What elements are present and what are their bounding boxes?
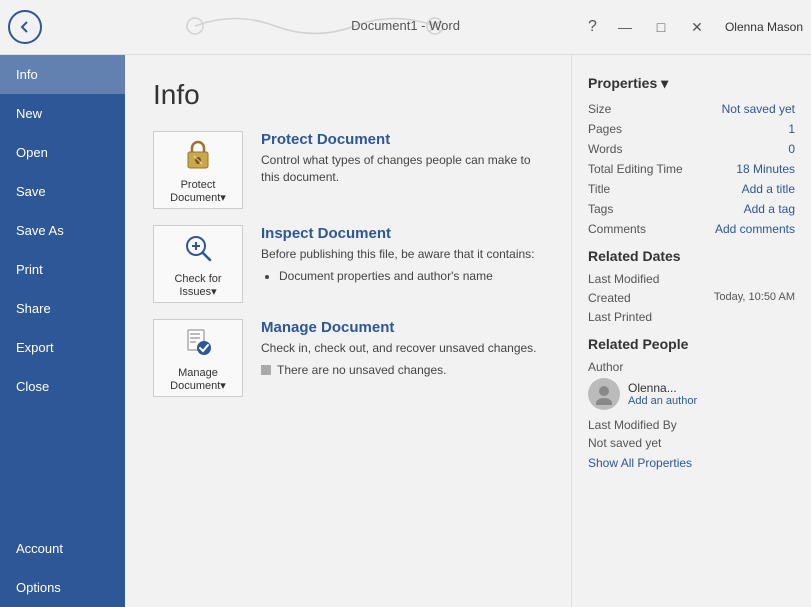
prop-row-pages: Pages 1 xyxy=(588,122,795,136)
prop-row-comments: Comments Add comments xyxy=(588,222,795,236)
prop-value-tags[interactable]: Add a tag xyxy=(744,202,795,216)
properties-section-title: Properties ▾ xyxy=(588,75,795,92)
author-label: Author xyxy=(588,360,795,374)
last-modified-by-label: Last Modified By xyxy=(588,418,795,432)
inspect-document-title: Inspect Document xyxy=(261,225,535,242)
date-label-last-printed: Last Printed xyxy=(588,310,652,324)
sidebar-item-info[interactable]: Info xyxy=(0,55,125,94)
title-bar: Document1 - Word ? — □ ✕ Olenna Mason xyxy=(0,0,811,55)
minimize-button[interactable]: — xyxy=(609,16,641,38)
lock-icon xyxy=(180,136,216,175)
title-bar-right: ? — □ ✕ Olenna Mason xyxy=(588,16,803,38)
manage-document-button[interactable]: Manage Document▾ xyxy=(153,319,243,397)
doc-title: Document1 - Word xyxy=(351,18,460,33)
prop-value-editing-time: 18 Minutes xyxy=(736,162,795,176)
back-button[interactable] xyxy=(8,10,42,44)
protect-document-desc: Control what types of changes people can… xyxy=(261,152,543,186)
author-info: Olenna... Add an author xyxy=(628,381,697,407)
author-name: Olenna... xyxy=(628,381,697,395)
no-unsaved-changes: There are no unsaved changes. xyxy=(261,363,537,377)
last-modified-by-value: Not saved yet xyxy=(588,436,795,450)
related-people-title: Related People xyxy=(588,336,795,352)
manage-document-text: Manage Document Check in, check out, and… xyxy=(261,319,537,377)
prop-row-editing-time: Total Editing Time 18 Minutes xyxy=(588,162,795,176)
properties-panel: Properties ▾ Size Not saved yet Pages 1 … xyxy=(571,55,811,607)
check-issues-label: Check for Issues▾ xyxy=(174,273,221,298)
user-name: Olenna Mason xyxy=(725,20,803,34)
window-controls: — □ ✕ xyxy=(609,16,713,38)
protect-document-label: Protect Document▾ xyxy=(170,179,226,204)
date-label-created: Created xyxy=(588,291,631,305)
date-value-created: Today, 10:50 AM xyxy=(714,291,795,305)
show-all-properties-link[interactable]: Show All Properties xyxy=(588,456,795,470)
title-bar-left xyxy=(8,10,42,44)
main-layout: Info New Open Save Save As Print Share E… xyxy=(0,55,811,607)
manage-document-desc: Check in, check out, and recover unsaved… xyxy=(261,340,537,357)
prop-row-size: Size Not saved yet xyxy=(588,102,795,116)
prop-label-size: Size xyxy=(588,102,611,116)
check-issues-button[interactable]: Check for Issues▾ xyxy=(153,225,243,303)
prop-label-words: Words xyxy=(588,142,622,156)
manage-document-panel: Manage Document▾ Manage Document Check i… xyxy=(153,319,543,397)
protect-document-text: Protect Document Control what types of c… xyxy=(261,131,543,192)
manage-document-label: Manage Document▾ xyxy=(170,367,226,392)
prop-label-comments: Comments xyxy=(588,222,646,236)
date-row-last-modified: Last Modified xyxy=(588,272,795,286)
protect-document-title: Protect Document xyxy=(261,131,543,148)
sidebar-item-share[interactable]: Share xyxy=(0,289,125,328)
prop-label-title: Title xyxy=(588,182,610,196)
gray-square-icon xyxy=(261,365,271,375)
inspect-list-item: Document properties and author's name xyxy=(279,269,535,283)
sidebar-item-export[interactable]: Export xyxy=(0,328,125,367)
info-main: Info Protect Document▾ xyxy=(125,55,571,607)
prop-label-pages: Pages xyxy=(588,122,622,136)
sidebar-item-open[interactable]: Open xyxy=(0,133,125,172)
prop-value-size: Not saved yet xyxy=(722,102,795,116)
sidebar-item-new[interactable]: New xyxy=(0,94,125,133)
related-dates-title: Related Dates xyxy=(588,248,795,264)
prop-value-words: 0 xyxy=(788,142,795,156)
protect-document-button[interactable]: Protect Document▾ xyxy=(153,131,243,209)
page-title: Info xyxy=(153,79,543,111)
content-area: Info Protect Document▾ xyxy=(125,55,811,607)
author-row: Olenna... Add an author xyxy=(588,378,795,410)
maximize-button[interactable]: □ xyxy=(645,16,677,38)
no-changes-label: There are no unsaved changes. xyxy=(277,363,446,377)
add-author-link[interactable]: Add an author xyxy=(628,395,697,407)
title-bar-center: Document1 - Word xyxy=(42,6,588,49)
inspect-document-desc: Before publishing this file, be aware th… xyxy=(261,246,535,263)
protect-document-panel: Protect Document▾ Protect Document Contr… xyxy=(153,131,543,209)
inspect-icon xyxy=(180,230,216,269)
prop-row-words: Words 0 xyxy=(588,142,795,156)
prop-row-tags: Tags Add a tag xyxy=(588,202,795,216)
sidebar-item-save[interactable]: Save xyxy=(0,172,125,211)
author-avatar xyxy=(588,378,620,410)
prop-row-title: Title Add a title xyxy=(588,182,795,196)
prop-label-tags: Tags xyxy=(588,202,613,216)
sidebar-item-save-as[interactable]: Save As xyxy=(0,211,125,250)
inspect-document-panel: Check for Issues▾ Inspect Document Befor… xyxy=(153,225,543,303)
prop-value-comments[interactable]: Add comments xyxy=(715,222,795,236)
sidebar-item-account[interactable]: Account xyxy=(0,529,125,568)
inspect-document-text: Inspect Document Before publishing this … xyxy=(261,225,535,283)
prop-label-editing-time: Total Editing Time xyxy=(588,162,683,176)
related-people: Author Olenna... Add an author Last Modi… xyxy=(588,360,795,470)
date-row-last-printed: Last Printed xyxy=(588,310,795,324)
date-label-last-modified: Last Modified xyxy=(588,272,659,286)
sidebar: Info New Open Save Save As Print Share E… xyxy=(0,55,125,607)
manage-document-title: Manage Document xyxy=(261,319,537,336)
sidebar-item-close[interactable]: Close xyxy=(0,367,125,406)
date-row-created: Created Today, 10:50 AM xyxy=(588,291,795,305)
sidebar-item-options[interactable]: Options xyxy=(0,568,125,607)
sidebar-item-print[interactable]: Print xyxy=(0,250,125,289)
help-button[interactable]: ? xyxy=(588,18,597,36)
related-dates: Last Modified Created Today, 10:50 AM La… xyxy=(588,272,795,324)
prop-value-title[interactable]: Add a title xyxy=(742,182,795,196)
manage-doc-icon xyxy=(180,324,216,363)
close-button[interactable]: ✕ xyxy=(681,16,713,38)
prop-value-pages: 1 xyxy=(788,122,795,136)
